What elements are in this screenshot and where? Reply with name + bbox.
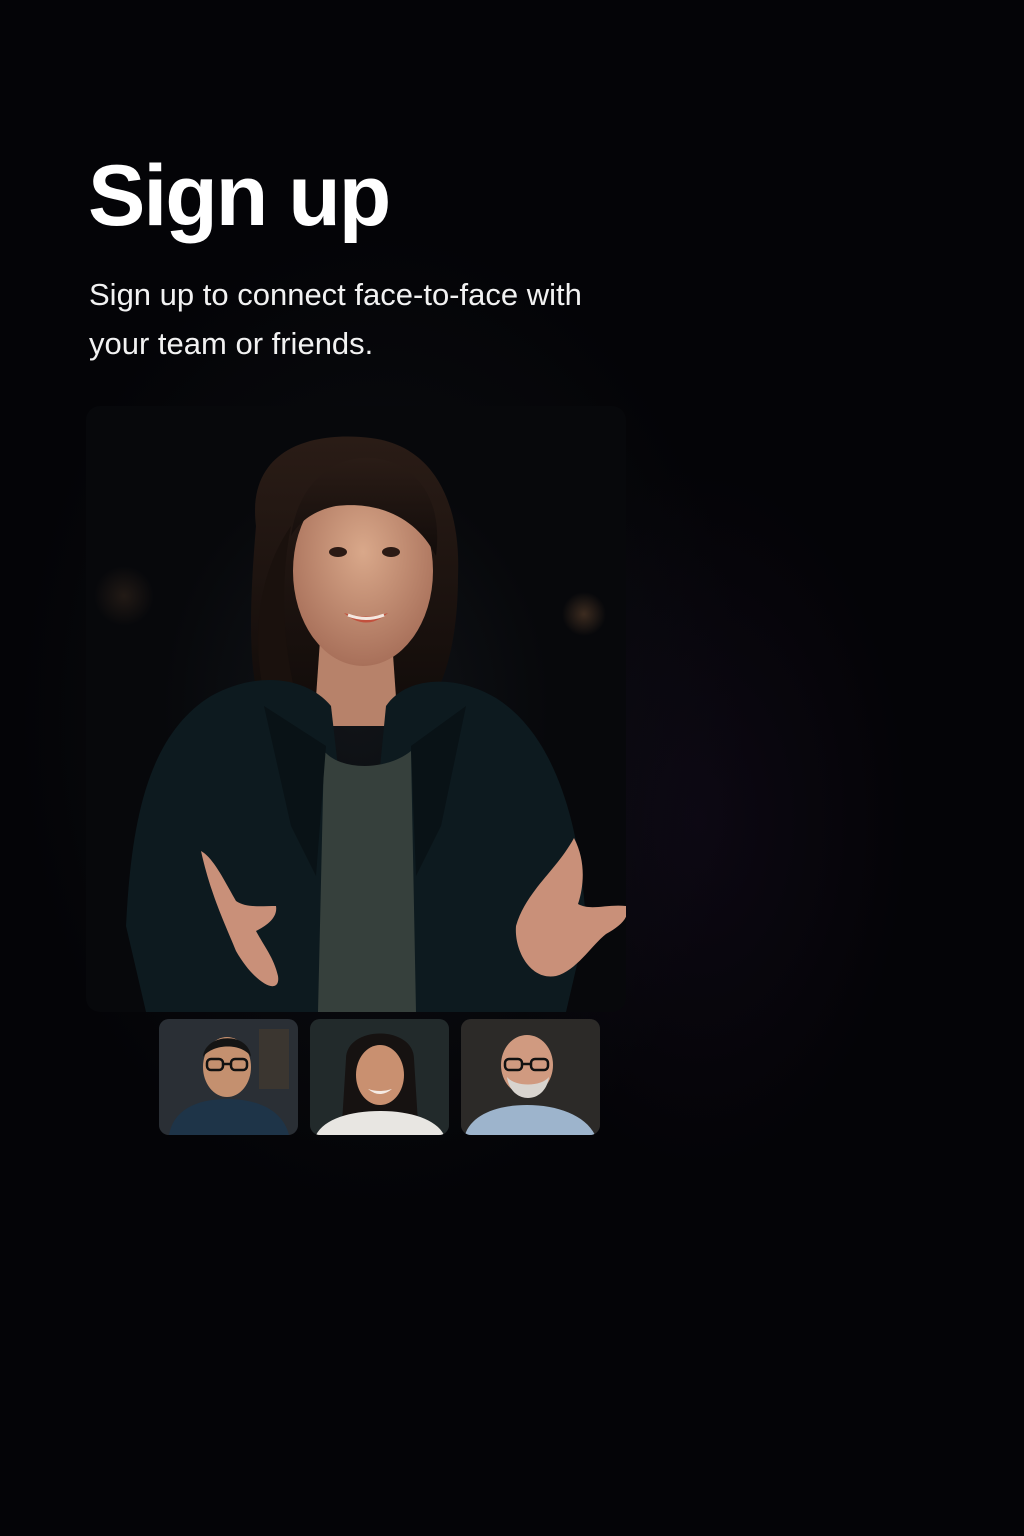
page-subtitle: Sign up to connect face-to-face with you… [89,277,582,361]
participants-strip [159,1019,600,1135]
participant-woman-icon [310,1019,449,1135]
speaker-avatar-icon [94,436,626,1012]
page-title: Sign up [88,148,391,244]
participant-older-man-icon [461,1019,600,1135]
main-video-feed[interactable] [86,406,626,1012]
participant-tile[interactable] [461,1019,600,1135]
participant-tile[interactable] [159,1019,298,1135]
participant-man-glasses-icon [159,1019,298,1135]
participant-tile[interactable] [310,1019,449,1135]
